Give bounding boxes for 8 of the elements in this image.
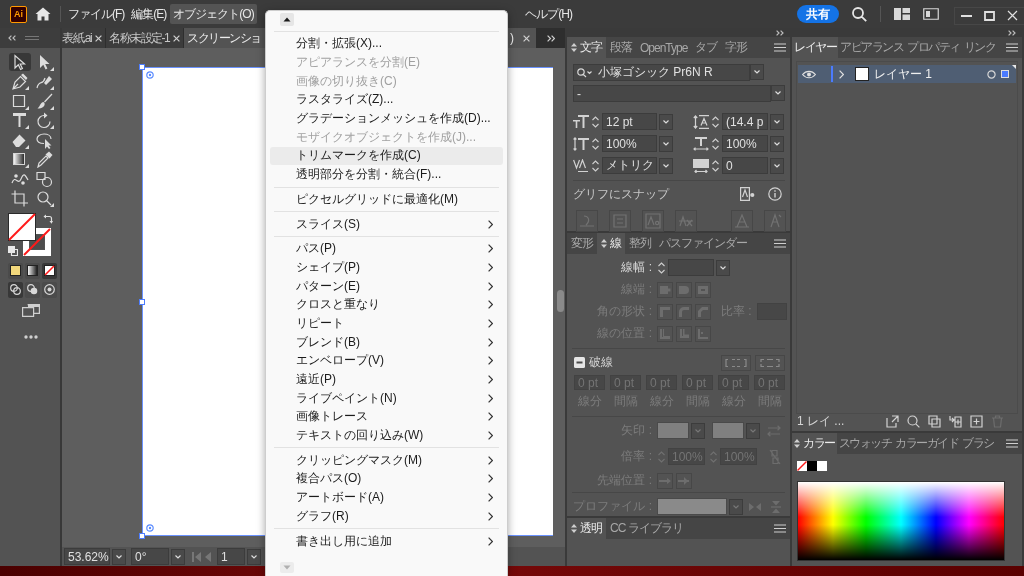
app-logo: Ai [10, 5, 27, 23]
stroke-weight-label: 線幅 : [620, 259, 652, 276]
snap-label: グリフにスナップ [573, 185, 669, 203]
dashed-line-label: 破線 [589, 354, 613, 371]
layer-name: レイヤー 1 [874, 65, 932, 83]
layer-count: 1 レイ ... [797, 412, 845, 430]
tab-title: スクリーンショ [187, 29, 261, 47]
tab-title-end: ) [510, 31, 514, 45]
